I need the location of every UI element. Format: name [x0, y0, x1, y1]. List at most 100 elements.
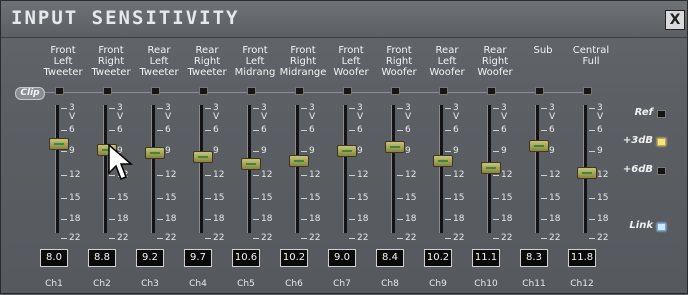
- scale-tick: [589, 198, 595, 199]
- slider-knob[interactable]: [49, 138, 69, 150]
- scale-tick: [445, 198, 451, 199]
- scale-tick: [349, 238, 355, 239]
- scale-tick-label: 22: [405, 233, 417, 243]
- scale-tick-label: 6: [69, 125, 75, 135]
- slider-knob[interactable]: [481, 161, 501, 174]
- scale-tick: [61, 130, 67, 131]
- slider-knob[interactable]: [337, 145, 357, 157]
- scale-tick-label: 3 V: [213, 103, 220, 122]
- scale-tick: [157, 130, 163, 131]
- scale-tick-label: 15: [405, 193, 417, 203]
- link-led-icon: [657, 223, 666, 231]
- slider-knob[interactable]: [433, 154, 453, 167]
- scale-tick-label: 3 V: [309, 103, 316, 122]
- scale-tick: [253, 108, 259, 109]
- scale-tick-label: 3 V: [453, 103, 460, 122]
- slider-track[interactable]: [151, 105, 155, 233]
- scale-tick: [109, 130, 115, 131]
- scale-tick: [157, 219, 163, 220]
- scale-tick-label: 3 V: [69, 103, 76, 122]
- scale-tick: [493, 238, 499, 239]
- scale-tick-label: 15: [309, 193, 321, 203]
- channel-strip-11: Sub 3 V 6 9 12 15 18 22 8.3 Ch11: [519, 37, 567, 295]
- channel-name: Ch6: [285, 279, 303, 289]
- scale-tick-label: 22: [117, 233, 129, 243]
- scale-tick-label: 9: [357, 146, 363, 156]
- channel-name: Ch4: [189, 279, 207, 289]
- scale-tick: [301, 130, 307, 131]
- scale-tick-label: 15: [213, 193, 225, 203]
- scale-tick: [253, 175, 259, 176]
- scale-tick-label: 9: [501, 146, 507, 156]
- scale-tick-label: 12: [165, 170, 177, 180]
- slider-knob[interactable]: [289, 154, 309, 167]
- scale-tick: [397, 219, 403, 220]
- scale-tick-label: 15: [69, 193, 81, 203]
- scale-tick: [253, 238, 259, 239]
- scale-tick-label: 3 V: [357, 103, 364, 122]
- mouse-cursor-icon: [108, 143, 133, 180]
- scale-tick-label: 9: [69, 146, 75, 156]
- ref-toggle[interactable]: Ref: [613, 107, 673, 121]
- slider-knob[interactable]: [193, 150, 213, 163]
- slider-scale: 3 V 6 9 12 15 18 22: [397, 103, 419, 243]
- scale-tick-label: 12: [261, 170, 273, 180]
- scale-tick-label: 6: [117, 125, 123, 135]
- slider-track[interactable]: [343, 105, 347, 233]
- scale-tick-label: 18: [309, 214, 321, 224]
- scale-tick-label: 6: [165, 125, 171, 135]
- scale-tick: [589, 238, 595, 239]
- slider-track[interactable]: [535, 105, 539, 233]
- scale-tick: [253, 198, 259, 199]
- channel-value: 11.1: [472, 249, 500, 267]
- input-sensitivity-window: INPUT SENSITIVITY X Clip Front Left Tweete…: [0, 0, 688, 294]
- slider-track[interactable]: [439, 105, 443, 233]
- scale-tick-label: 22: [597, 233, 609, 243]
- slider-knob[interactable]: [529, 140, 549, 153]
- slider-knob[interactable]: [577, 167, 597, 180]
- clip-led-icon: [247, 87, 256, 95]
- channel-value: 9.0: [328, 249, 356, 267]
- window-title: INPUT SENSITIVITY: [11, 7, 240, 29]
- slider-knob[interactable]: [385, 140, 405, 153]
- scale-tick: [541, 198, 547, 199]
- channel-name: Ch5: [237, 279, 255, 289]
- slider-knob[interactable]: [241, 157, 261, 170]
- scale-tick: [445, 175, 451, 176]
- scale-tick: [589, 130, 595, 131]
- scale-tick-label: 18: [597, 214, 609, 224]
- clip-led-icon: [535, 87, 544, 95]
- channel-value: 8.3: [520, 249, 548, 267]
- slider-track[interactable]: [199, 105, 203, 233]
- scale-tick: [397, 130, 403, 131]
- scale-tick-label: 22: [69, 233, 81, 243]
- plus6db-toggle[interactable]: +6dB: [613, 164, 673, 178]
- scale-tick-label: 18: [501, 214, 513, 224]
- scale-tick-label: 15: [165, 193, 177, 203]
- scale-tick: [349, 198, 355, 199]
- close-button[interactable]: X: [665, 10, 685, 30]
- scale-tick: [301, 238, 307, 239]
- slider-knob[interactable]: [145, 146, 165, 159]
- scale-tick-label: 3 V: [597, 103, 604, 122]
- slider-track[interactable]: [295, 105, 299, 233]
- clip-led-icon: [151, 87, 160, 95]
- slider-track[interactable]: [391, 105, 395, 233]
- scale-tick-label: 9: [453, 146, 459, 156]
- scale-tick-label: 12: [357, 170, 369, 180]
- scale-tick: [205, 219, 211, 220]
- scale-tick: [109, 238, 115, 239]
- scale-tick-label: 15: [597, 193, 609, 203]
- scale-tick: [541, 238, 547, 239]
- channel-value: 10.6: [232, 249, 260, 267]
- channel-name: Ch9: [429, 279, 447, 289]
- slider-scale: 3 V 6 9 12 15 18 22: [61, 103, 83, 243]
- scale-tick-label: 18: [117, 214, 129, 224]
- slider-track[interactable]: [55, 105, 59, 233]
- scale-tick-label: 15: [261, 193, 273, 203]
- scale-tick: [349, 130, 355, 131]
- link-toggle[interactable]: Link: [613, 220, 673, 234]
- channel-value: 8.4: [376, 249, 404, 267]
- plus3db-toggle[interactable]: +3dB: [613, 135, 673, 149]
- clip-led-icon: [199, 87, 208, 95]
